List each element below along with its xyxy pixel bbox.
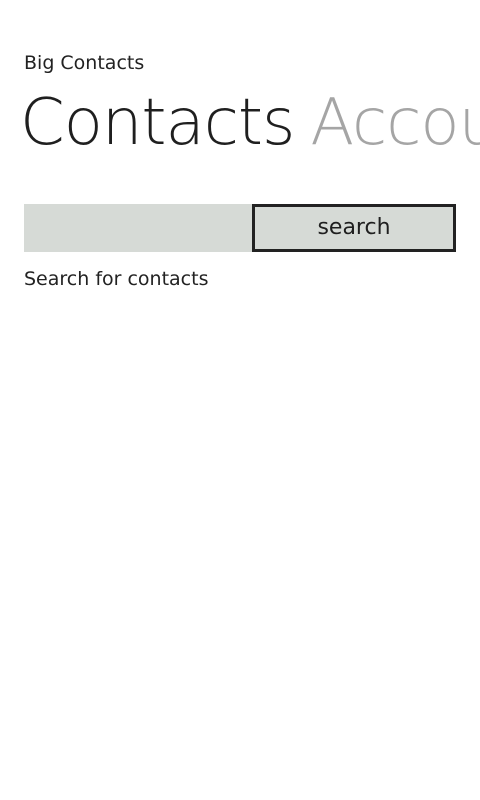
pivot-tab-contacts[interactable]: Contacts <box>20 80 295 166</box>
app-title: Big Contacts <box>24 52 145 74</box>
pivot-tab-accounts[interactable]: Accou <box>310 80 480 166</box>
search-button[interactable]: search <box>252 204 456 252</box>
search-input[interactable] <box>24 204 256 252</box>
search-hint-text: Search for contacts <box>24 268 209 290</box>
pivot-header-bar: Contacts Accou <box>20 80 480 170</box>
search-row: search <box>24 204 456 252</box>
